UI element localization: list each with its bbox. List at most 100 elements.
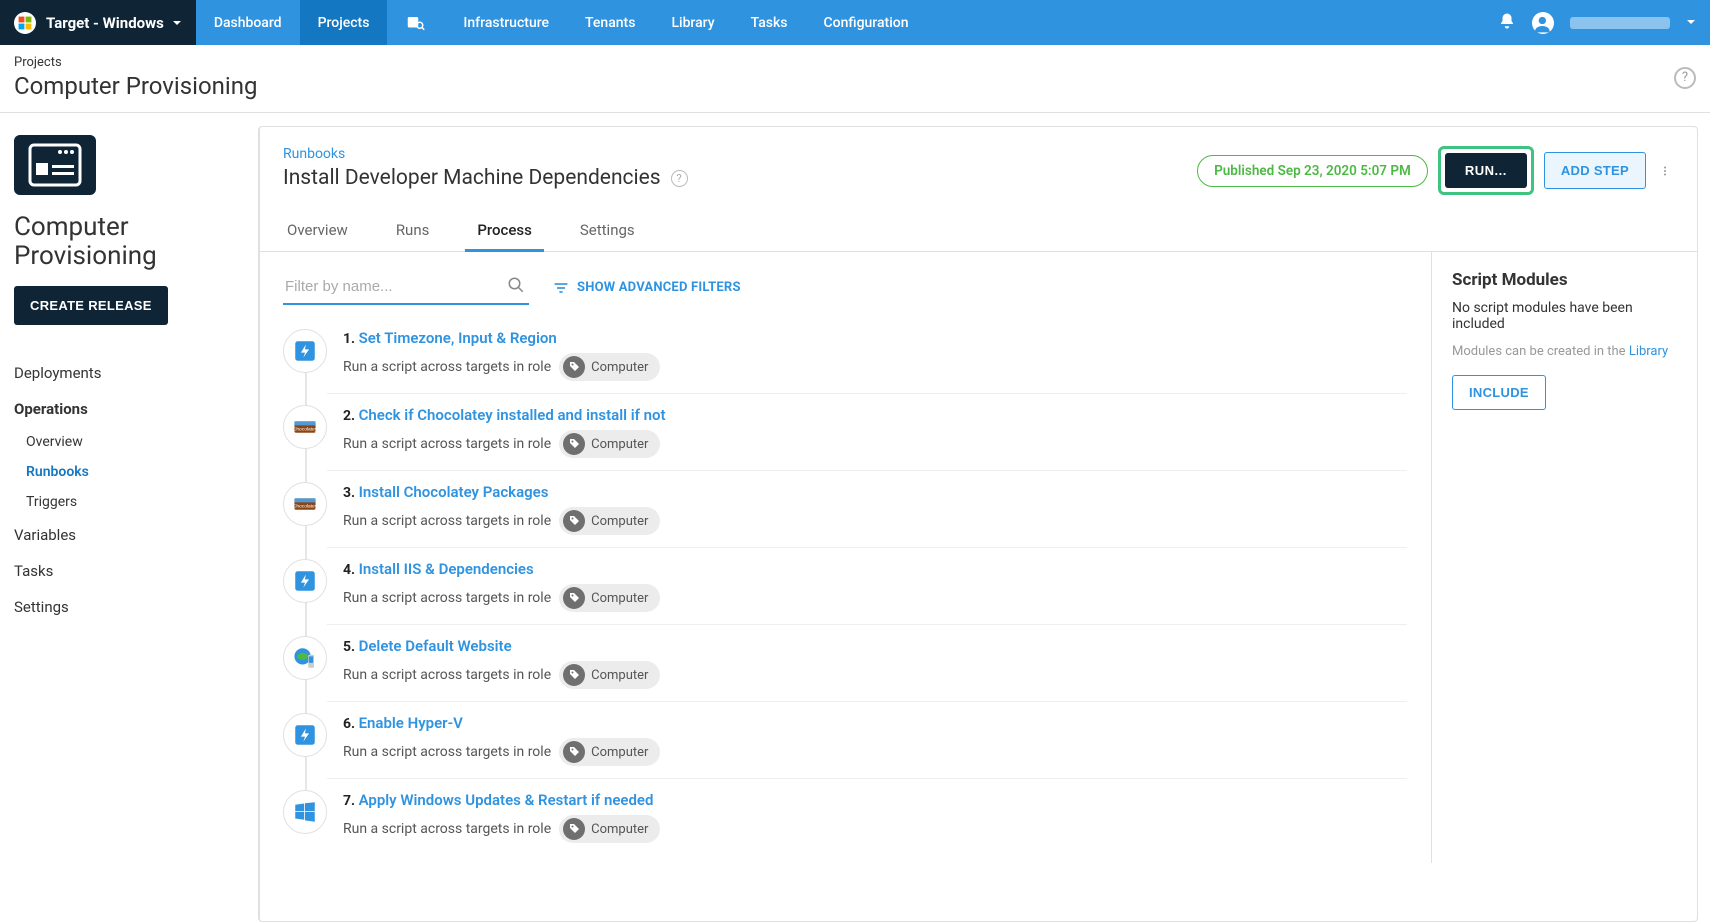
project-logo-icon	[14, 135, 96, 195]
process-step[interactable]: 2. Check if Chocolatey installed and ins…	[283, 393, 1407, 470]
run-button[interactable]: RUN...	[1445, 153, 1527, 188]
step-name[interactable]: Enable Hyper-V	[359, 714, 463, 732]
step-subtitle: Run a script across targets in role	[343, 436, 551, 452]
step-name[interactable]: Check if Chocolatey installed and instal…	[359, 406, 666, 424]
sidebar-item-operations[interactable]: Operations	[14, 391, 244, 427]
script-modules-title: Script Modules	[1452, 270, 1678, 290]
nav-search-icon[interactable]	[387, 0, 445, 45]
runbook-tabs: Overview Runs Process Settings	[259, 209, 1698, 252]
role-chip[interactable]: Computer	[559, 584, 660, 612]
sidebar-item-deployments[interactable]: Deployments	[14, 355, 244, 391]
process-step[interactable]: 4. Install IIS & Dependencies Run a scri…	[283, 547, 1407, 624]
nav-dashboard[interactable]: Dashboard	[196, 0, 300, 45]
role-name: Computer	[591, 822, 648, 837]
tag-icon	[563, 587, 585, 609]
sidebar-item-overview[interactable]: Overview	[26, 427, 244, 457]
user-menu-caret-icon[interactable]	[1686, 15, 1696, 31]
add-step-button[interactable]: ADD STEP	[1544, 152, 1646, 189]
tag-icon	[563, 741, 585, 763]
caret-down-icon	[172, 14, 182, 32]
runbooks-link[interactable]: Runbooks	[283, 146, 688, 162]
process-step[interactable]: 1. Set Timezone, Input & Region Run a sc…	[283, 317, 1407, 393]
step-icon	[283, 713, 327, 757]
script-modules-none: No script modules have been included	[1452, 300, 1678, 332]
role-chip[interactable]: Computer	[559, 507, 660, 535]
nav-projects[interactable]: Projects	[300, 0, 388, 45]
step-subtitle: Run a script across targets in role	[343, 667, 551, 683]
sidebar-item-triggers[interactable]: Triggers	[26, 487, 244, 517]
filter-icon	[553, 281, 569, 295]
sub-header: Projects Computer Provisioning ?	[0, 45, 1710, 113]
step-name[interactable]: Set Timezone, Input & Region	[359, 329, 557, 347]
role-chip[interactable]: Computer	[559, 738, 660, 766]
tab-settings[interactable]: Settings	[576, 209, 639, 251]
help-icon[interactable]: ?	[1674, 67, 1696, 89]
project-name: Computer Provisioning	[14, 213, 244, 270]
step-icon	[283, 405, 327, 449]
role-chip[interactable]: Computer	[559, 661, 660, 689]
nav-configuration[interactable]: Configuration	[806, 0, 927, 45]
tag-icon	[563, 664, 585, 686]
run-button-highlight: RUN...	[1438, 146, 1534, 195]
process-step[interactable]: 3. Install Chocolatey Packages Run a scr…	[283, 470, 1407, 547]
nav-tasks[interactable]: Tasks	[733, 0, 806, 45]
notifications-icon[interactable]	[1498, 12, 1516, 34]
step-subtitle: Run a script across targets in role	[343, 821, 551, 837]
role-name: Computer	[591, 437, 648, 452]
step-subtitle: Run a script across targets in role	[343, 590, 551, 606]
nav-library[interactable]: Library	[653, 0, 732, 45]
step-number: 2.	[343, 408, 355, 424]
role-name: Computer	[591, 668, 648, 683]
user-avatar-icon[interactable]	[1532, 12, 1554, 34]
step-name[interactable]: Delete Default Website	[359, 637, 512, 655]
role-chip[interactable]: Computer	[559, 430, 660, 458]
breadcrumb[interactable]: Projects	[14, 55, 257, 70]
filter-input[interactable]	[283, 270, 529, 305]
tag-icon	[563, 356, 585, 378]
top-nav-items: Dashboard Projects Infrastructure Tenant…	[196, 0, 927, 45]
tab-overview[interactable]: Overview	[283, 209, 352, 251]
step-list: 1. Set Timezone, Input & Region Run a sc…	[283, 317, 1407, 855]
title-help-icon[interactable]: ?	[671, 170, 688, 187]
advanced-filters-label: SHOW ADVANCED FILTERS	[577, 280, 741, 295]
step-icon	[283, 790, 327, 834]
role-name: Computer	[591, 514, 648, 529]
published-status: Published Sep 23, 2020 5:07 PM	[1197, 155, 1428, 187]
process-step[interactable]: 5. Delete Default Website Run a script a…	[283, 624, 1407, 701]
tab-process[interactable]: Process	[473, 209, 536, 251]
include-button[interactable]: INCLUDE	[1452, 375, 1546, 410]
library-link[interactable]: Library	[1629, 344, 1668, 359]
process-step[interactable]: 6. Enable Hyper-V Run a script across ta…	[283, 701, 1407, 778]
nav-infrastructure[interactable]: Infrastructure	[445, 0, 567, 45]
process-step[interactable]: 7. Apply Windows Updates & Restart if ne…	[283, 778, 1407, 855]
step-name[interactable]: Install Chocolatey Packages	[359, 483, 549, 501]
step-icon	[283, 329, 327, 373]
nav-tenants[interactable]: Tenants	[567, 0, 653, 45]
sidebar-item-runbooks[interactable]: Runbooks	[26, 457, 244, 487]
username[interactable]	[1570, 17, 1670, 29]
role-name: Computer	[591, 591, 648, 606]
sidebar-item-variables[interactable]: Variables	[14, 517, 244, 553]
brand-switcher[interactable]: Target - Windows	[0, 0, 196, 45]
search-icon[interactable]	[507, 276, 525, 298]
step-icon	[283, 559, 327, 603]
role-chip[interactable]: Computer	[559, 353, 660, 381]
role-name: Computer	[591, 745, 648, 760]
step-number: 1.	[343, 331, 355, 347]
step-name[interactable]: Install IIS & Dependencies	[359, 560, 534, 578]
create-release-button[interactable]: CREATE RELEASE	[14, 286, 168, 325]
sidebar-item-tasks[interactable]: Tasks	[14, 553, 244, 589]
windows-logo-icon	[14, 12, 36, 34]
role-chip[interactable]: Computer	[559, 815, 660, 843]
sidebar-item-settings[interactable]: Settings	[14, 589, 244, 625]
overflow-menu-icon[interactable]	[1656, 162, 1674, 180]
project-sidebar: Computer Provisioning CREATE RELEASE Dep…	[0, 113, 258, 922]
step-name[interactable]: Apply Windows Updates & Restart if neede…	[359, 791, 654, 809]
step-icon	[283, 482, 327, 526]
role-name: Computer	[591, 360, 648, 375]
tag-icon	[563, 818, 585, 840]
tab-runs[interactable]: Runs	[392, 209, 434, 251]
show-advanced-filters[interactable]: SHOW ADVANCED FILTERS	[553, 280, 741, 295]
step-subtitle: Run a script across targets in role	[343, 359, 551, 375]
step-subtitle: Run a script across targets in role	[343, 513, 551, 529]
